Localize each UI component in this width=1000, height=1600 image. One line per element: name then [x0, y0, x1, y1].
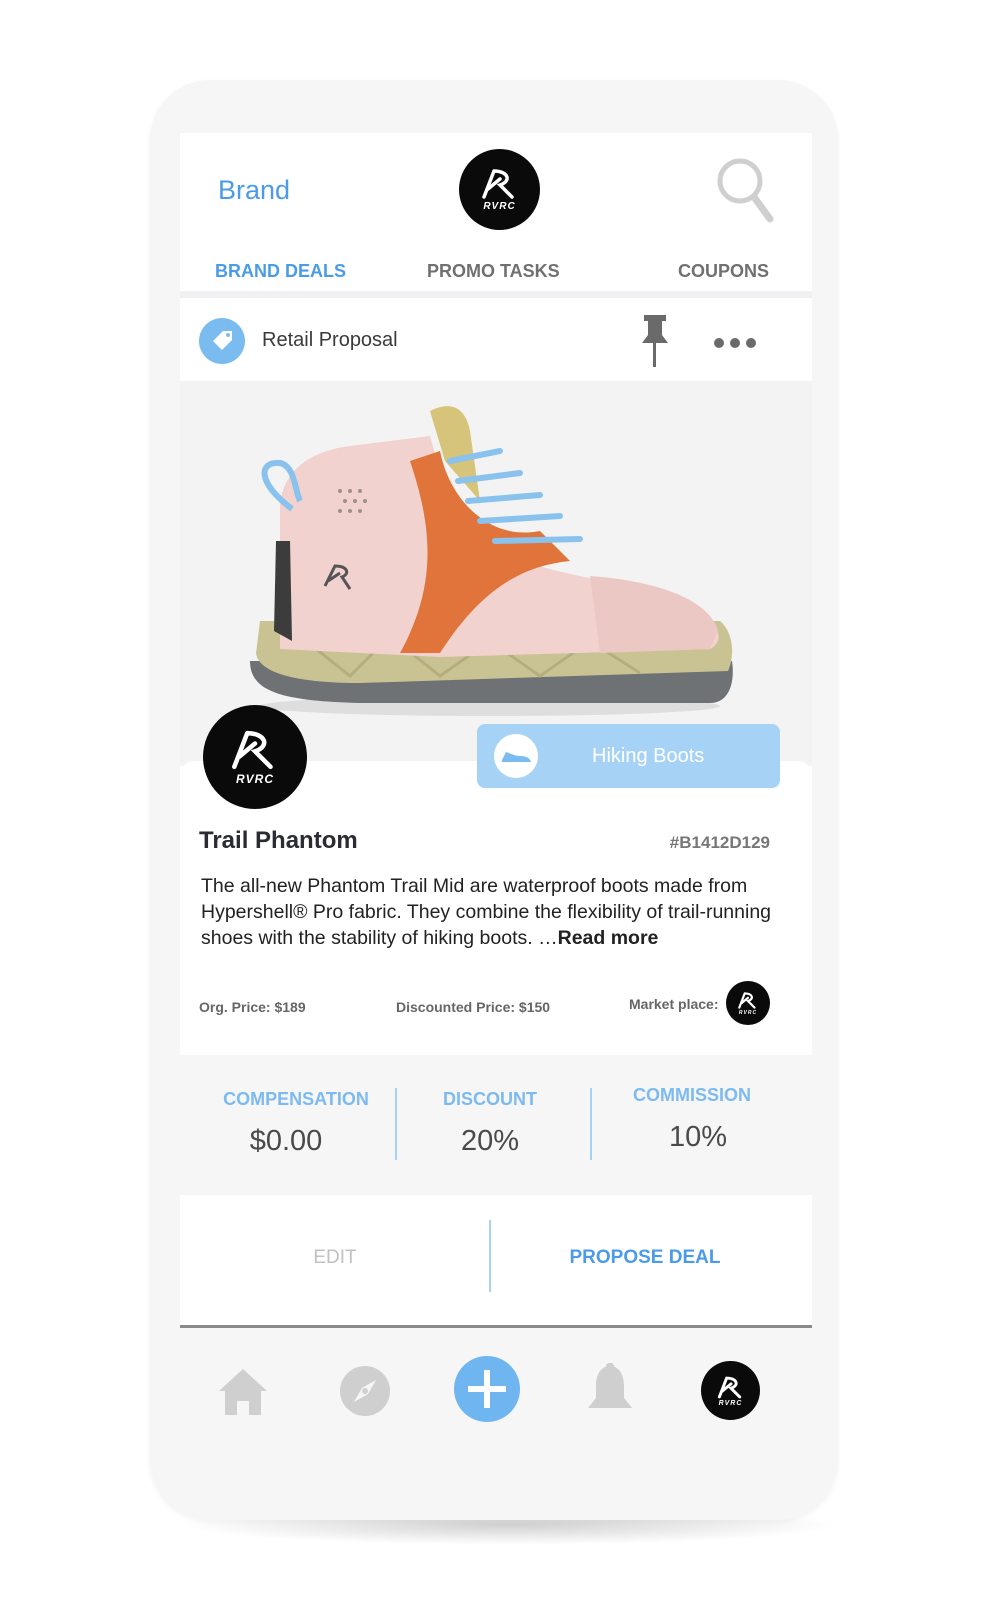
marketplace-label: Market place: [629, 996, 719, 1012]
compass-icon[interactable] [338, 1364, 392, 1418]
shoe-icon [494, 734, 538, 778]
product-sku: #B1412D129 [669, 833, 770, 852]
category-label: Hiking Boots [592, 745, 705, 767]
stat-divider [395, 1088, 397, 1160]
bell-icon[interactable] [582, 1362, 638, 1418]
compensation-title: COMPENSATION [223, 1089, 369, 1109]
home-icon[interactable] [215, 1363, 271, 1419]
propose-deal-button[interactable]: PROPOSE DEAL [555, 1247, 735, 1269]
logo-text: RVRC [235, 772, 274, 786]
edit-button[interactable]: EDIT [280, 1247, 390, 1269]
deal-actions: EDIT PROPOSE DEAL [180, 1195, 812, 1327]
app-screen: Brand RVRC BRAND DEALS PROMO TASKS COUPO… [180, 133, 812, 1480]
product-description: The all-new Phantom Trail Mid are waterp… [201, 873, 781, 951]
tab-bar: BRAND DEALS PROMO TASKS COUPONS [180, 261, 812, 291]
tab-underline [180, 291, 812, 298]
category-badge[interactable]: Hiking Boots [477, 724, 780, 788]
compensation-value: $0.00 [249, 1125, 323, 1157]
logo-text: RVRC [483, 201, 516, 212]
commission-title: COMMISSION [632, 1085, 751, 1105]
search-icon[interactable] [714, 153, 778, 227]
product-brand-logo[interactable]: RVRC [203, 705, 307, 809]
stat-divider [590, 1088, 592, 1160]
discount-title: DISCOUNT [443, 1089, 537, 1109]
pin-icon[interactable] [640, 313, 670, 369]
more-icon[interactable] [713, 337, 757, 349]
discounted-price: Discounted Price: $150 [396, 999, 551, 1015]
product-image [250, 406, 733, 716]
tab-brand-deals[interactable]: BRAND DEALS [215, 261, 346, 282]
profile-avatar[interactable]: RVRC [701, 1361, 760, 1420]
deal-stats: COMPENSATION $0.00 DISCOUNT 20% COMMISSI… [180, 1055, 812, 1195]
action-divider [489, 1220, 491, 1292]
bottom-nav: RVRC [180, 1328, 812, 1480]
brand-logo[interactable]: RVRC [459, 149, 540, 230]
original-price: Org. Price: $189 [199, 999, 306, 1015]
commission-value: 10% [668, 1121, 728, 1153]
tab-coupons[interactable]: COUPONS [678, 261, 769, 282]
marketplace-logo[interactable]: RVRC [726, 981, 770, 1025]
discount-value: 20% [460, 1125, 520, 1157]
read-more-link[interactable]: Read more [558, 927, 659, 949]
tab-promo-tasks[interactable]: PROMO TASKS [427, 261, 560, 282]
add-icon[interactable] [454, 1356, 520, 1422]
rvrc-mark-icon [738, 991, 756, 1009]
rvrc-mark-icon [232, 730, 273, 770]
product-name: Trail Phantom [199, 827, 358, 854]
rvrc-mark-icon [717, 1376, 741, 1398]
logo-text: RVRC [738, 1009, 758, 1016]
proposal-header: Retail Proposal [185, 301, 807, 381]
rvrc-mark-icon [481, 169, 514, 199]
brand-link[interactable]: Brand [218, 175, 290, 206]
tag-icon [199, 318, 245, 364]
logo-text: RVRC [718, 1399, 743, 1407]
proposal-label: Retail Proposal [262, 329, 398, 351]
description-text: The all-new Phantom Trail Mid are waterp… [201, 875, 772, 949]
